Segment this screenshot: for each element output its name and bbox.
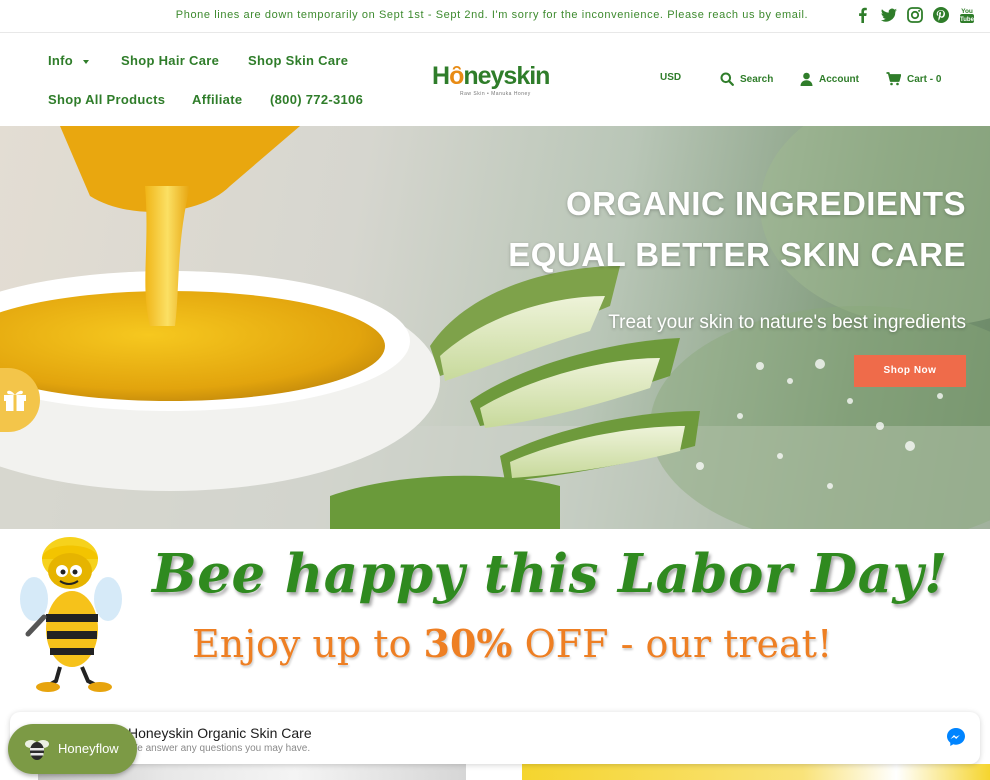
instagram-icon[interactable]: [906, 6, 924, 24]
hero-heading-line1: ORGANIC INGREDIENTS: [565, 185, 966, 222]
chat-title: Honeyskin Organic Skin Care: [128, 725, 312, 741]
nav-shop-skin-care[interactable]: Shop Skin Care: [248, 53, 348, 68]
search-button[interactable]: Search: [720, 72, 773, 86]
chevron-down-icon: [83, 59, 90, 64]
shop-now-button[interactable]: Shop Now: [854, 355, 966, 387]
currency-selector[interactable]: USD: [660, 72, 681, 83]
messenger-chat-bar[interactable]: Honeyskin Organic Skin Care We answer an…: [10, 712, 980, 764]
youtube-icon[interactable]: You Tube: [958, 6, 976, 24]
honeyflow-label: Honeyflow: [58, 741, 119, 756]
pinterest-icon[interactable]: [932, 6, 950, 24]
product-image-right[interactable]: [522, 764, 990, 780]
site-logo[interactable]: Hȏneyskin Raw Skin • Manuka Honey: [432, 60, 556, 100]
logo-tagline: Raw Skin • Manuka Honey: [460, 91, 531, 97]
svg-text:Tube: Tube: [960, 17, 975, 23]
cart-button[interactable]: Cart - 0: [886, 72, 941, 86]
bee-mascot-icon: [20, 537, 122, 692]
announcement-text: Phone lines are down temporarily on Sept…: [175, 9, 809, 21]
promo-headline: Bee happy this Labor Day!: [152, 543, 948, 605]
promo-subheadline: Enjoy up to 30% OFF - our treat!: [192, 621, 833, 666]
hero-subtitle: Treat your skin to nature's best ingredi…: [608, 312, 966, 333]
nav-affiliate[interactable]: Affiliate: [192, 92, 242, 107]
nav-shop-hair-care[interactable]: Shop Hair Care: [121, 53, 219, 68]
promo-discount: 30%: [423, 621, 513, 666]
chat-subtitle: We answer any questions you may have.: [128, 743, 311, 754]
svg-text:You: You: [961, 8, 973, 15]
labor-day-promo-banner[interactable]: Bee happy this Labor Day! Enjoy up to 30…: [0, 529, 990, 710]
search-icon: [720, 72, 734, 86]
bee-icon: [25, 740, 49, 760]
announcement-bar: Phone lines are down temporarily on Sept…: [0, 0, 990, 33]
logo-wordmark: Hȏneyskin: [432, 62, 550, 90]
cart-icon: [886, 72, 901, 86]
twitter-icon[interactable]: [880, 6, 898, 24]
user-icon: [800, 72, 813, 86]
honey-dipper-icon: ȏ: [449, 62, 464, 90]
site-header: Info Shop Hair Care Shop Skin Care Shop …: [0, 34, 990, 126]
hero-heading-line2: EQUAL BETTER SKIN CARE: [508, 236, 966, 273]
honeyflow-button[interactable]: Honeyflow: [8, 724, 137, 774]
hero-heading: ORGANIC INGREDIENTS EQUAL BETTER SKIN CA…: [508, 178, 966, 280]
nav-info-label: Info: [48, 53, 74, 68]
facebook-icon[interactable]: [854, 6, 872, 24]
hero-banner: ORGANIC INGREDIENTS EQUAL BETTER SKIN CA…: [0, 126, 990, 529]
gift-icon: [4, 390, 26, 411]
nav-info[interactable]: Info: [48, 53, 90, 68]
messenger-icon[interactable]: [946, 727, 966, 747]
nav-phone[interactable]: (800) 772-3106: [270, 92, 363, 107]
nav-shop-all-products[interactable]: Shop All Products: [48, 92, 165, 107]
social-links: You Tube: [854, 6, 976, 24]
account-button[interactable]: Account: [800, 72, 859, 86]
